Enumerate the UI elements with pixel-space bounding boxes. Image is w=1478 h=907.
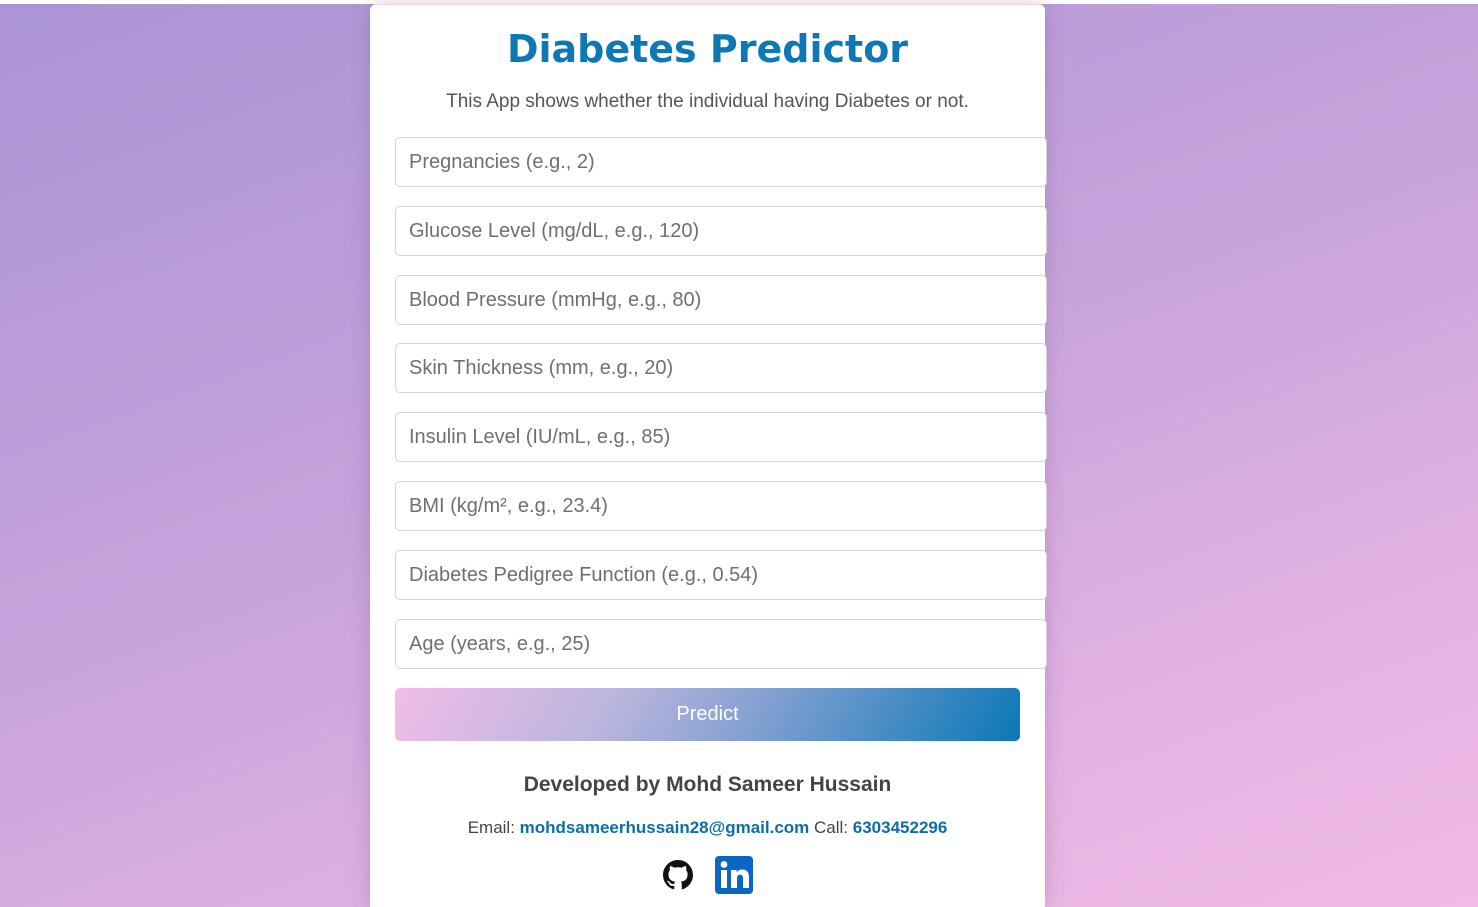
linkedin-icon[interactable] xyxy=(714,856,753,894)
pregnancies-input[interactable] xyxy=(395,137,1047,187)
pedigree-function-input[interactable] xyxy=(395,550,1047,600)
page-title: Diabetes Predictor xyxy=(506,27,909,71)
age-input[interactable] xyxy=(395,619,1047,669)
predictor-card: Diabetes Predictor This App shows whethe… xyxy=(370,4,1047,907)
contact-line: Email: mohdsameerhussain28@gmail.com Cal… xyxy=(370,818,1045,838)
blood-pressure-input[interactable] xyxy=(395,275,1047,325)
social-icons xyxy=(370,856,1045,894)
call-label: Call: xyxy=(814,818,849,837)
github-icon[interactable] xyxy=(662,860,693,890)
glucose-input[interactable] xyxy=(395,206,1047,256)
bmi-input[interactable] xyxy=(395,481,1047,531)
skin-thickness-input[interactable] xyxy=(395,343,1047,393)
developer-credit: Developed by Mohd Sameer Hussain xyxy=(523,773,892,796)
predict-button[interactable]: Predict xyxy=(395,688,1020,741)
insulin-input[interactable] xyxy=(395,412,1047,462)
email-link[interactable]: mohdsameerhussain28@gmail.com xyxy=(520,818,810,837)
email-label: Email: xyxy=(467,818,515,837)
page-subtitle: This App shows whether the individual ha… xyxy=(446,91,969,112)
phone-link[interactable]: 6303452296 xyxy=(853,818,948,837)
